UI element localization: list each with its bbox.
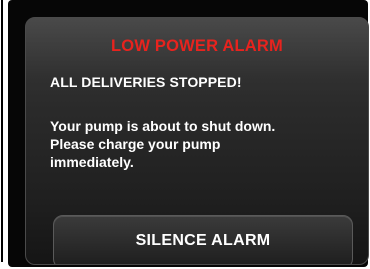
alarm-subtitle: ALL DELIVERIES STOPPED!	[50, 74, 242, 90]
alarm-screen: LOW POWER ALARM ALL DELIVERIES STOPPED! …	[25, 17, 369, 265]
alarm-message-line: Please charge your pump	[50, 136, 221, 152]
alarm-title: LOW POWER ALARM	[111, 37, 283, 55]
alarm-message-line: Your pump is about to shut down.	[50, 118, 276, 134]
left-edge-rule	[1, 0, 3, 262]
alarm-message: Your pump is about to shut down. Please …	[50, 117, 362, 171]
device-frame: LOW POWER ALARM ALL DELIVERIES STOPPED! …	[8, 0, 369, 267]
silence-alarm-label: SILENCE ALARM	[135, 232, 271, 249]
alarm-message-line: immediately.	[50, 154, 134, 170]
silence-alarm-button[interactable]: SILENCE ALARM	[53, 215, 353, 264]
